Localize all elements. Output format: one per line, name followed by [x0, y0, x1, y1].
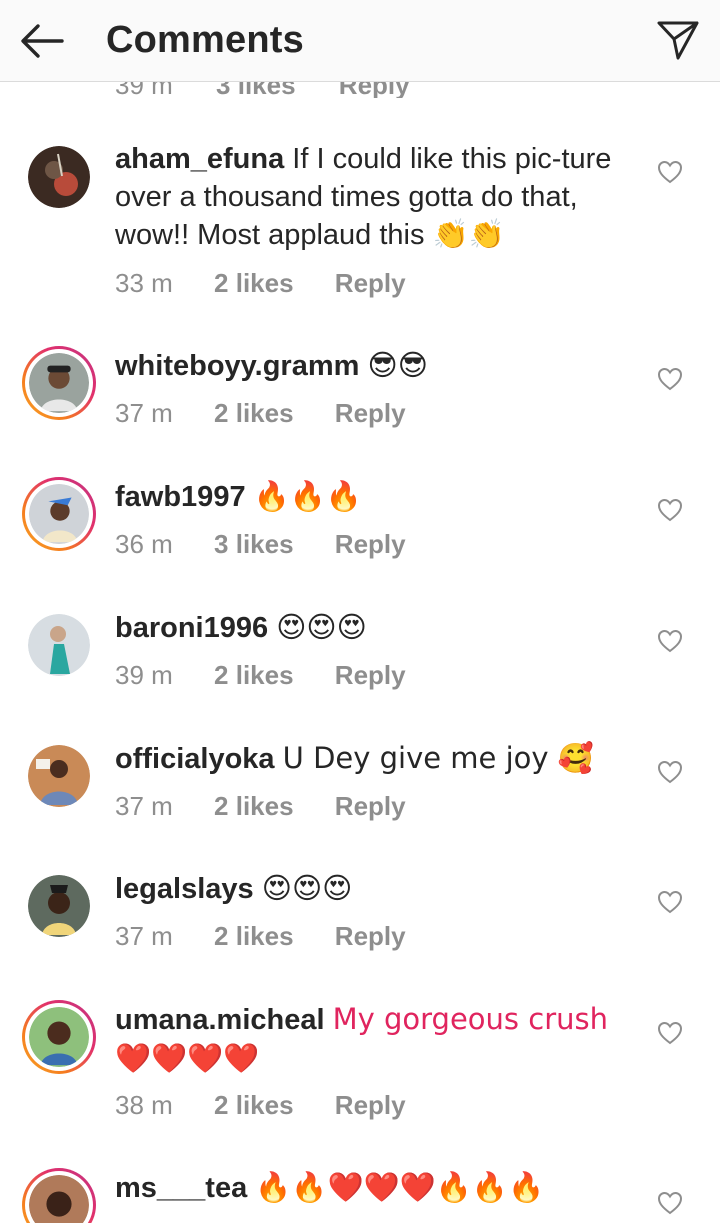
comment-username[interactable]: baroni1996: [115, 612, 268, 644]
comment-time: 37 m: [115, 791, 173, 821]
reply-button[interactable]: Reply: [335, 921, 406, 951]
comment-meta: 39 m 2 likes Reply: [115, 660, 406, 691]
comment-username[interactable]: fawb1997: [115, 481, 246, 513]
comment-time: 37 m: [115, 921, 173, 951]
avatar-image: [29, 1007, 89, 1067]
comment-meta: 37 m 2 likes Reply: [115, 921, 406, 952]
comment-username[interactable]: legalslays: [115, 873, 254, 905]
comment-meta: 36 m 3 likes Reply: [115, 529, 406, 560]
heart-icon[interactable]: [656, 628, 684, 654]
heart-icon[interactable]: [656, 759, 684, 785]
avatar-image: [29, 484, 89, 544]
avatar[interactable]: [22, 739, 96, 813]
avatar-image: [28, 614, 90, 676]
heart-icon[interactable]: [656, 159, 684, 185]
comment-meta: 37 m 2 likes Reply: [115, 791, 406, 822]
avatar-image: [28, 146, 90, 208]
avatar[interactable]: [22, 1000, 96, 1074]
avatar[interactable]: [22, 477, 96, 551]
comment-likes[interactable]: 3 likes: [214, 529, 294, 559]
comment-time: 37 m: [115, 398, 173, 428]
comment-body: baroni1996 😍😍😍: [115, 608, 635, 647]
comment-time: 33 m: [115, 268, 173, 298]
heart-icon[interactable]: [656, 1020, 684, 1046]
reply-button[interactable]: Reply: [335, 660, 406, 690]
reply-button[interactable]: Reply: [335, 529, 406, 559]
reply-button[interactable]: Reply: [335, 1090, 406, 1120]
app-header: Comments: [0, 0, 720, 82]
comment-body: officialyoka U Dey give me joy 🥰: [115, 739, 635, 778]
comment-meta: 38 m 2 likes Reply: [115, 1090, 406, 1121]
comment-username[interactable]: aham_efuna: [115, 143, 284, 175]
heart-icon[interactable]: [656, 1190, 684, 1216]
comment-username[interactable]: officialyoka: [115, 743, 275, 775]
comment-username[interactable]: ms___tea: [115, 1172, 247, 1204]
comment-text: 😎😎: [367, 348, 428, 382]
avatar[interactable]: [22, 1168, 96, 1223]
avatar-image: [29, 353, 89, 413]
comment-body: aham_efuna If I could like this pic-ture…: [115, 140, 635, 254]
comment-time: 38 m: [115, 1090, 173, 1120]
comment-body: umana.micheal My gorgeous crush ❤️❤️❤️❤️: [115, 1000, 635, 1078]
comment-time: 39 m: [115, 660, 173, 690]
avatar-image: [29, 1175, 89, 1223]
comment-item: ms___tea 🔥🔥❤️❤️❤️🔥🔥🔥: [0, 1168, 720, 1223]
comment-body: ms___tea 🔥🔥❤️❤️❤️🔥🔥🔥: [115, 1168, 635, 1207]
comment-body: fawb1997 🔥🔥🔥: [115, 477, 635, 516]
comment-likes[interactable]: 2 likes: [214, 921, 294, 951]
comment-likes[interactable]: 2 likes: [214, 268, 294, 298]
comment-text: U Dey give me joy 🥰: [282, 741, 594, 775]
avatar[interactable]: [22, 608, 96, 682]
reply-button[interactable]: Reply: [335, 791, 406, 821]
heart-icon[interactable]: [656, 366, 684, 392]
comment-likes[interactable]: 2 likes: [214, 398, 294, 428]
comment-body: legalslays 😍😍😍: [115, 869, 635, 908]
comment-username[interactable]: umana.micheal: [115, 1004, 325, 1036]
comment-likes[interactable]: 2 likes: [214, 1090, 294, 1120]
comment-text: 🔥🔥🔥: [253, 479, 362, 513]
arrow-left-icon[interactable]: [18, 22, 66, 60]
paper-plane-icon[interactable]: [656, 18, 700, 62]
reply-button[interactable]: Reply: [335, 398, 406, 428]
comment-time: 36 m: [115, 529, 173, 559]
comment-body: whiteboyy.gramm 😎😎: [115, 346, 635, 385]
page-title: Comments: [106, 19, 304, 61]
heart-icon[interactable]: [656, 497, 684, 523]
comment-likes[interactable]: 2 likes: [214, 791, 294, 821]
avatar[interactable]: [22, 869, 96, 943]
comment-meta: 33 m 2 likes Reply: [115, 268, 406, 299]
heart-icon[interactable]: [656, 889, 684, 915]
comment-username[interactable]: whiteboyy.gramm: [115, 350, 359, 382]
avatar-image: [28, 875, 90, 937]
comment-text: 😍😍😍: [276, 610, 367, 644]
comment-meta: 37 m 2 likes Reply: [115, 398, 406, 429]
avatar-image: [28, 745, 90, 807]
avatar[interactable]: [22, 140, 96, 214]
comment-text: 🔥🔥❤️❤️❤️🔥🔥🔥: [255, 1170, 545, 1204]
reply-button[interactable]: Reply: [335, 268, 406, 298]
avatar[interactable]: [22, 346, 96, 420]
comment-text: 😍😍😍: [261, 871, 353, 905]
comment-likes[interactable]: 2 likes: [214, 660, 294, 690]
